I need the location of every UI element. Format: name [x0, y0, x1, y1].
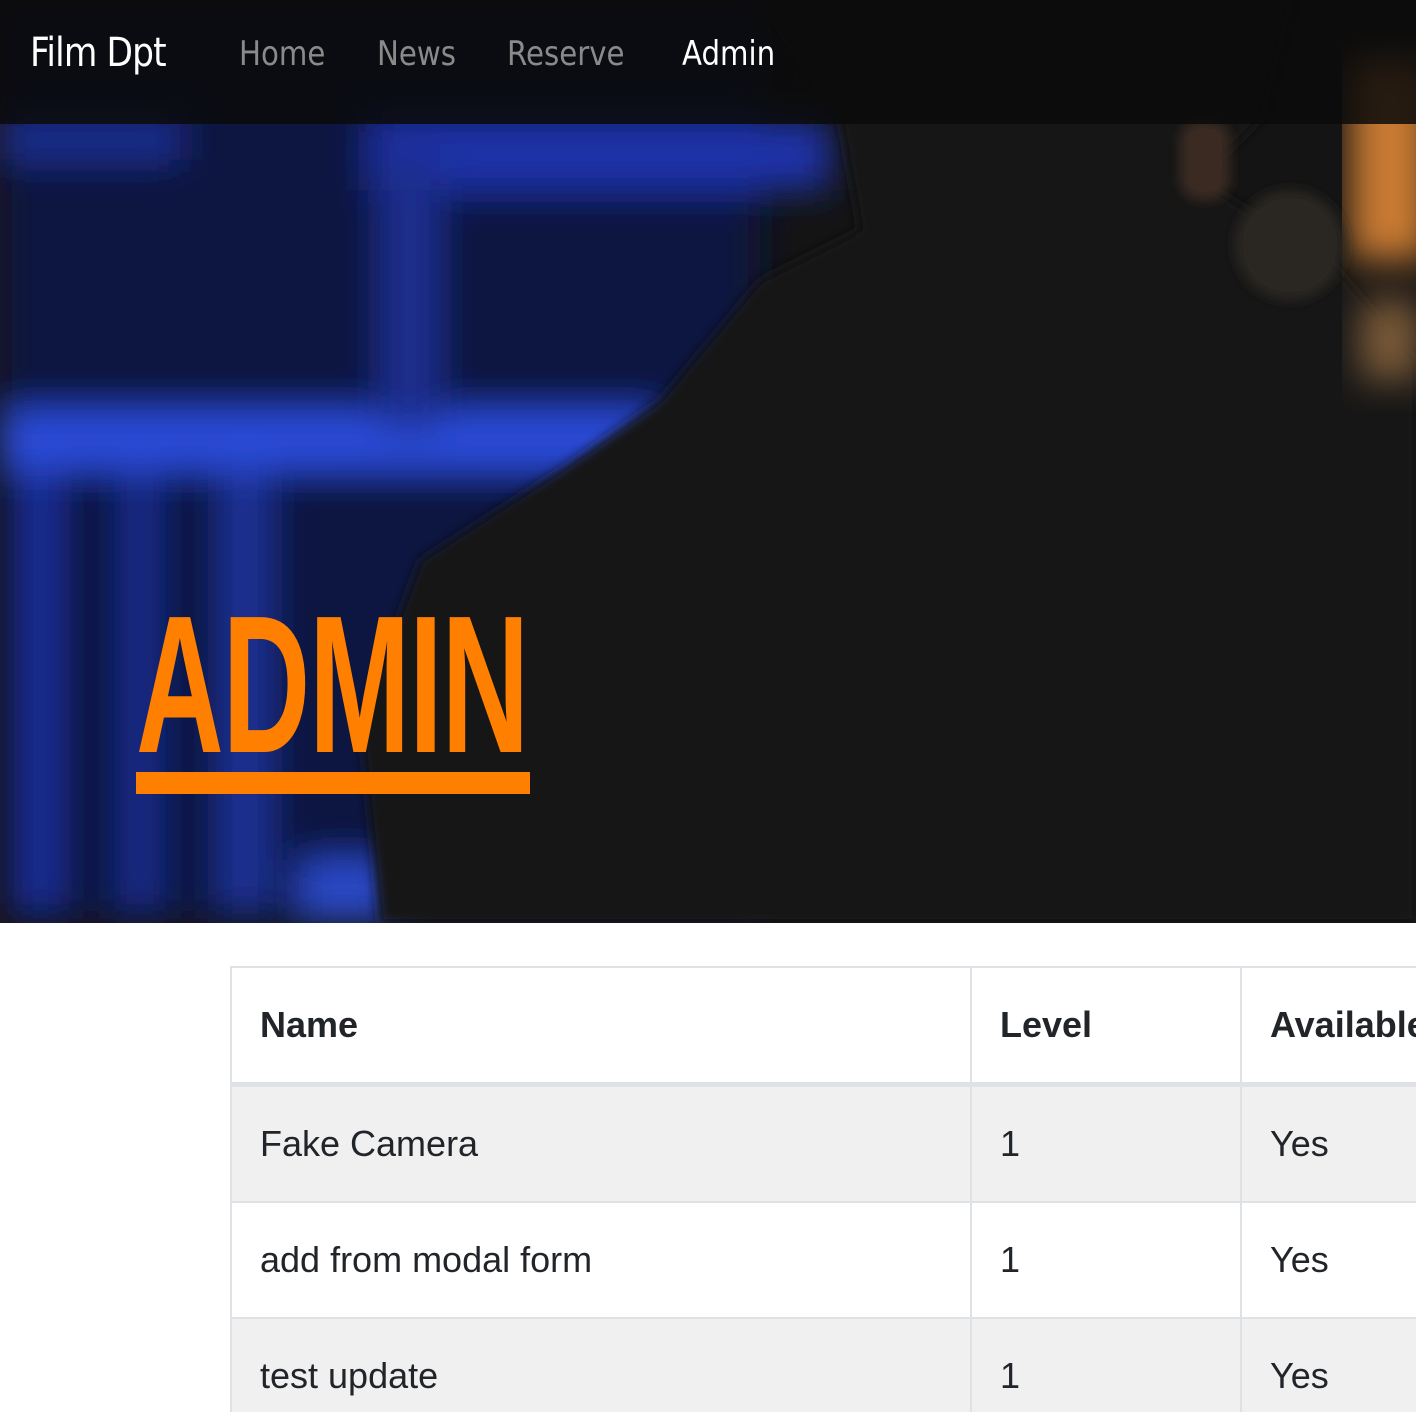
- nav-link-news[interactable]: News: [377, 34, 456, 74]
- cell-level: 1: [970, 1083, 1242, 1203]
- column-header-level: Level: [970, 966, 1242, 1087]
- table-row[interactable]: add from modal form 1 Yes: [230, 1201, 1416, 1319]
- cell-available: Yes: [1240, 1317, 1416, 1412]
- nav-link-reserve[interactable]: Reserve: [507, 34, 625, 74]
- page: Film Dpt Home News Reserve Admin ADMIN N…: [0, 0, 1416, 1412]
- top-navbar: Film Dpt Home News Reserve Admin: [0, 0, 1416, 124]
- column-header-name: Name: [230, 966, 972, 1087]
- equipment-table: Name Level Available Fake Camera 1 Yes a…: [230, 966, 1416, 1412]
- page-title-wrap: ADMIN: [136, 575, 768, 794]
- nav-links: Home News Reserve Admin: [239, 34, 828, 74]
- cell-name: Fake Camera: [230, 1083, 972, 1203]
- table-row[interactable]: Fake Camera 1 Yes: [230, 1083, 1416, 1203]
- table-header-row: Name Level Available: [230, 966, 1416, 1087]
- cell-available: Yes: [1240, 1201, 1416, 1319]
- nav-link-admin[interactable]: Admin: [682, 34, 775, 74]
- cell-name: test update: [230, 1317, 972, 1412]
- cell-level: 1: [970, 1201, 1242, 1319]
- cell-name: add from modal form: [230, 1201, 972, 1319]
- column-header-available: Available: [1240, 966, 1416, 1087]
- brand-logo[interactable]: Film Dpt: [30, 30, 167, 76]
- cell-available: Yes: [1240, 1083, 1416, 1203]
- nav-link-home[interactable]: Home: [239, 34, 325, 74]
- table-row[interactable]: test update 1 Yes: [230, 1317, 1416, 1412]
- hero-banner: Film Dpt Home News Reserve Admin ADMIN: [0, 0, 1416, 923]
- page-title: ADMIN: [136, 575, 529, 794]
- cell-level: 1: [970, 1317, 1242, 1412]
- equipment-table-wrap: Name Level Available Fake Camera 1 Yes a…: [230, 966, 1416, 1412]
- title-underline: [136, 772, 530, 794]
